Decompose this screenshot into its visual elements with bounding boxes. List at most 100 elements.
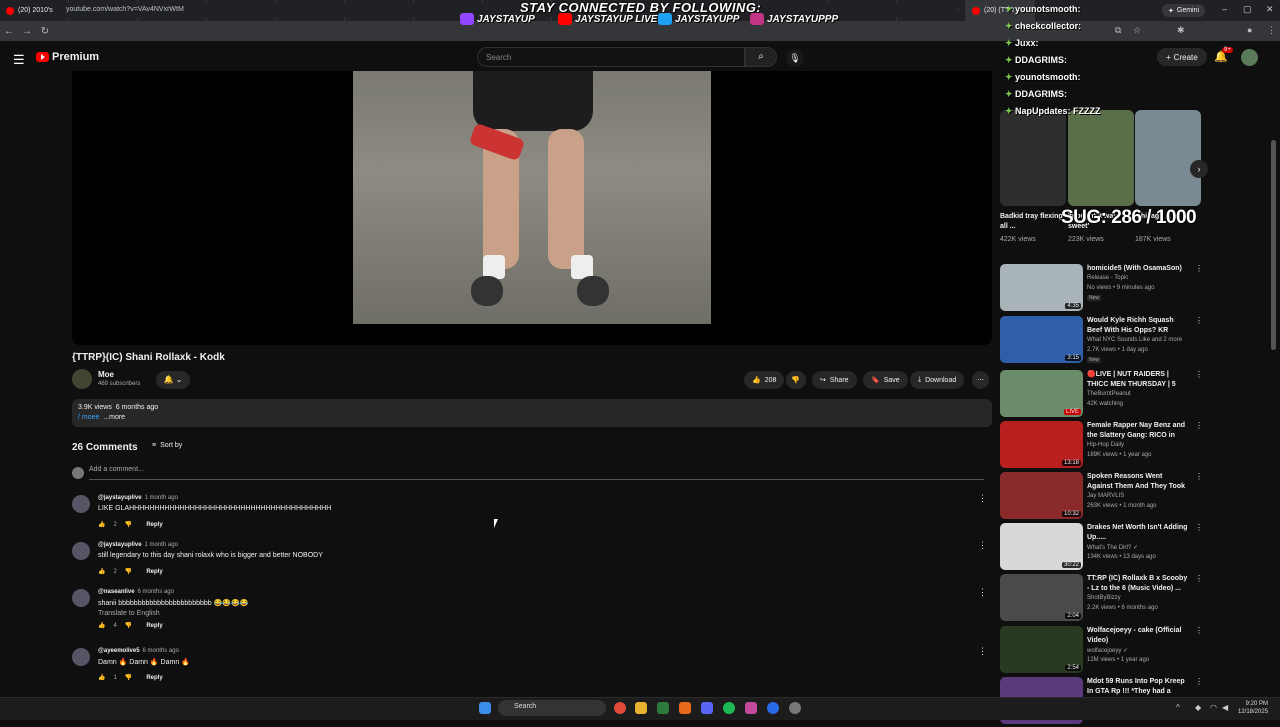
xbox-icon[interactable]	[657, 702, 669, 714]
vlc-icon[interactable]	[679, 702, 691, 714]
comment-author[interactable]: @ayeemolive5 6 months ago	[98, 648, 179, 654]
video-channel[interactable]: Release - Topic	[1087, 275, 1128, 281]
video-menu-icon[interactable]: ⋮	[1195, 574, 1203, 583]
photos-icon[interactable]	[745, 702, 757, 714]
system-clock[interactable]: 9:20 PM 12/18/2025	[1238, 700, 1268, 716]
subscription-bell-button[interactable]: 🔔 ⌄	[156, 371, 190, 389]
channel-name[interactable]: Moe	[98, 370, 114, 379]
hamburger-menu-icon[interactable]: ☰	[13, 52, 25, 68]
sort-by-button[interactable]: ≡ Sort by	[152, 442, 182, 449]
video-menu-icon[interactable]: ⋮	[1195, 370, 1203, 379]
recommended-video[interactable]: 13:18 Female Rapper Nay Benz and the Slat…	[1000, 421, 1203, 471]
comment-author[interactable]: @naseanlive 6 months ago	[98, 589, 174, 595]
recommended-video[interactable]: 2:54 Wolfacejoeyy - cake (Official Video)…	[1000, 626, 1203, 676]
video-thumbnail[interactable]: LIVE	[1000, 370, 1083, 417]
search-button[interactable]: ⌕	[745, 47, 777, 67]
reply-button[interactable]: Reply	[146, 675, 162, 681]
tab-close-icon[interactable]: ×	[1023, 6, 1028, 15]
share-button[interactable]: ↪ Share	[812, 371, 857, 389]
comment-dislike-icon[interactable]: 👎	[125, 568, 132, 575]
video-thumbnail[interactable]: 10:32	[1000, 472, 1083, 519]
create-button[interactable]: + Create	[1157, 48, 1207, 66]
short-title[interactable]: Badkid tray flexing all ...	[1000, 212, 1066, 232]
video-menu-icon[interactable]: ⋮	[1195, 472, 1203, 481]
maximize-icon[interactable]: ▢	[1243, 4, 1252, 15]
video-thumbnail[interactable]: 2:04	[1000, 574, 1083, 621]
search-input[interactable]: Search	[477, 47, 745, 67]
video-menu-icon[interactable]: ⋮	[1195, 626, 1203, 635]
recommended-video[interactable]: LIVE 🔴LIVE | NUT RAIDERS | THICC MEN THUR…	[1000, 370, 1203, 420]
dislike-button[interactable]: 👎	[786, 371, 806, 389]
video-thumbnail[interactable]: 30:22	[1000, 523, 1083, 570]
like-button[interactable]: 👍 208	[744, 371, 784, 389]
reply-button[interactable]: Reply	[146, 522, 162, 528]
recommended-video[interactable]: 4:35 homicide5 (With OsamaSon) Release - T…	[1000, 264, 1203, 314]
video-thumbnail[interactable]: 2:54	[1000, 626, 1083, 673]
account-avatar[interactable]	[1241, 49, 1258, 66]
forward-icon[interactable]: →	[18, 26, 36, 37]
short-thumbnail[interactable]	[1135, 110, 1201, 206]
page-scrollbar[interactable]	[1271, 140, 1276, 350]
video-title[interactable]: Female Rapper Nay Benz and the Slattery …	[1087, 421, 1189, 441]
extension-icon[interactable]: ⧉	[1115, 25, 1121, 36]
video-channel[interactable]: ShotByBizzy	[1087, 595, 1121, 601]
comment-menu-icon[interactable]: ⋮	[978, 540, 987, 551]
reply-button[interactable]: Reply	[146, 623, 162, 629]
edge-icon[interactable]	[767, 702, 779, 714]
short-thumbnail[interactable]	[1000, 110, 1066, 206]
commenter-avatar[interactable]	[72, 648, 90, 666]
comment-dislike-icon[interactable]: 👎	[125, 521, 132, 528]
description-box[interactable]: 3.9K views 6 months ago / moee ...more	[72, 399, 992, 427]
video-title[interactable]: TT:RP (IC) Rollaxk B x Scooby - Lz to th…	[1087, 574, 1189, 594]
recommended-video[interactable]: 3:15 Would Kyle Richh Squash Beef With Hi…	[1000, 316, 1203, 366]
comment-author[interactable]: @jaystayuplive 1 month ago	[98, 542, 178, 548]
comment-author[interactable]: @jaystayuplive 1 month ago	[98, 495, 178, 501]
url-field[interactable]: youtube.com/watch?v=VAv4NVxrWtM	[58, 3, 958, 17]
video-thumbnail[interactable]: 3:15	[1000, 316, 1083, 363]
comment-like-icon[interactable]: 👍	[98, 521, 105, 528]
add-comment-input[interactable]: Add a comment...	[89, 466, 984, 480]
video-menu-icon[interactable]: ⋮	[1195, 421, 1203, 430]
video-menu-icon[interactable]: ⋮	[1195, 523, 1203, 532]
discord-icon[interactable]	[701, 702, 713, 714]
video-menu-icon[interactable]: ⋮	[1195, 316, 1203, 325]
reload-icon[interactable]: ↻	[36, 26, 54, 37]
recommended-video[interactable]: 10:32 Spoken Reasons Went Against Them An…	[1000, 472, 1203, 522]
video-channel[interactable]: Hip-Hop Daily	[1087, 442, 1124, 448]
shorts-next-button[interactable]: ›	[1190, 160, 1208, 178]
spotify-icon[interactable]	[723, 702, 735, 714]
commenter-avatar[interactable]	[72, 542, 90, 560]
recommended-video[interactable]: 30:22 Drakes Net Worth Isn't Adding Up...…	[1000, 523, 1203, 573]
video-channel[interactable]: TheBurntPeanut	[1087, 391, 1131, 397]
show-more-link[interactable]: ...more	[103, 414, 125, 421]
comment-like-icon[interactable]: 👍	[98, 674, 105, 681]
video-title[interactable]: Spoken Reasons Went Against Them And The…	[1087, 472, 1189, 492]
video-menu-icon[interactable]: ⋮	[1195, 677, 1203, 686]
video-frame[interactable]	[353, 71, 711, 324]
bookmark-star-icon[interactable]: ☆	[1133, 25, 1141, 36]
voice-search-button[interactable]: 🎙	[786, 49, 804, 67]
video-thumbnail[interactable]: 4:35	[1000, 264, 1083, 311]
windows-start-icon[interactable]	[479, 702, 491, 714]
video-title[interactable]: 🔴LIVE | NUT RAIDERS | THICC MEN THURSDAY…	[1087, 370, 1189, 390]
video-channel[interactable]: wolfacejoeyy ✓	[1087, 647, 1128, 654]
gemini-button[interactable]: ✦ Gemini	[1162, 4, 1206, 17]
video-title[interactable]: Drakes Net Worth Isn't Adding Up.....	[1087, 523, 1189, 543]
youtube-logo[interactable]: Premium	[36, 51, 99, 63]
video-channel[interactable]: What's The Dirt? ✓	[1087, 544, 1138, 551]
comment-dislike-icon[interactable]: 👎	[125, 622, 132, 629]
wifi-icon[interactable]: ◠	[1210, 703, 1217, 712]
taskbar-search[interactable]: Search	[498, 700, 606, 716]
more-actions-button[interactable]: ⋯	[972, 371, 989, 389]
translate-link[interactable]: Translate to English	[98, 610, 160, 617]
save-button[interactable]: 🔖 Save	[863, 371, 908, 389]
file-explorer-icon[interactable]	[635, 702, 647, 714]
comment-menu-icon[interactable]: ⋮	[978, 587, 987, 598]
video-title[interactable]: Would Kyle Richh Squash Beef With His Op…	[1087, 316, 1189, 336]
comment-like-icon[interactable]: 👍	[98, 622, 105, 629]
description-link[interactable]: / moee	[78, 414, 99, 421]
video-channel[interactable]: Jay MARVLIS	[1087, 493, 1124, 499]
extensions-icon[interactable]: ✱	[1177, 25, 1185, 36]
tray-chevron-icon[interactable]: ^	[1176, 703, 1180, 712]
minimize-icon[interactable]: –	[1222, 4, 1227, 14]
